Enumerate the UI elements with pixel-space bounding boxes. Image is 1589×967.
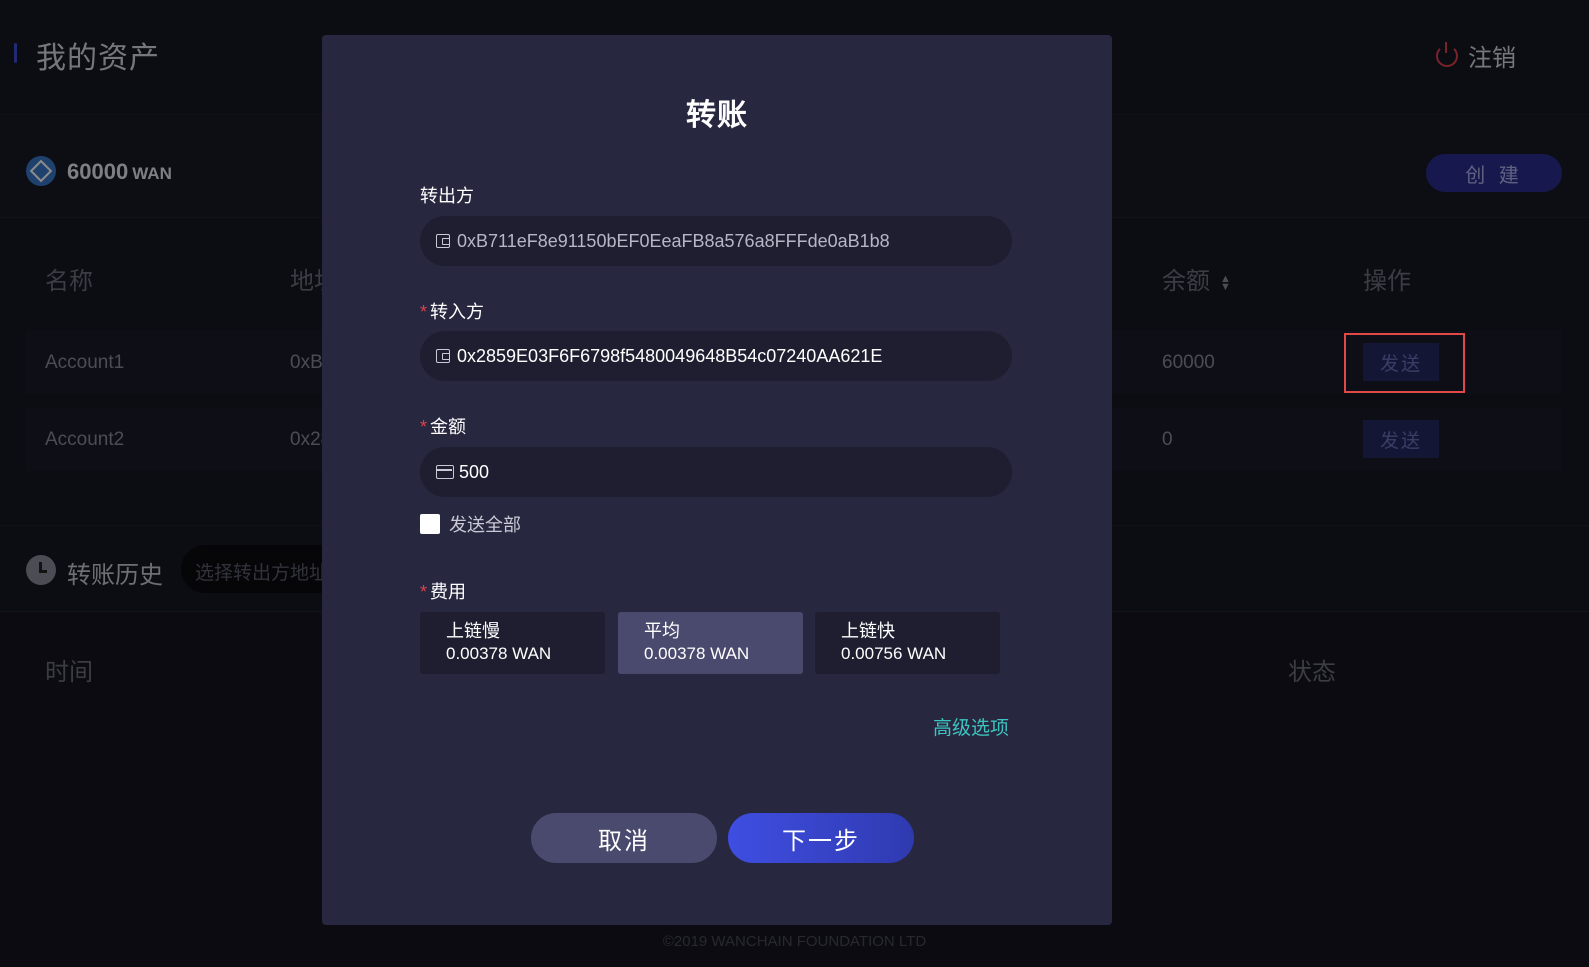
fee-option-value: 0.00378 WAN	[644, 644, 750, 663]
amount-value: 500	[459, 461, 490, 482]
required-marker: *	[420, 417, 428, 437]
fee-option-name: 上链快	[841, 621, 895, 641]
card-icon	[436, 465, 454, 479]
to-label-text: 转入方	[430, 302, 485, 322]
required-marker: *	[420, 582, 428, 602]
transfer-modal: 转账 转出方 0xB711eF8e91150bEF0EeaFB8a576a8FF…	[322, 35, 1112, 925]
fee-label-text: 费用	[430, 582, 467, 602]
next-button[interactable]: 下一步	[728, 813, 914, 863]
fee-option-slow[interactable]: 上链慢 0.00378 WAN	[420, 612, 605, 674]
advanced-options-link[interactable]: 高级选项	[933, 713, 1009, 740]
amount-field[interactable]: 500	[420, 447, 1012, 497]
modal-title: 转账	[686, 99, 748, 132]
fee-label: * 费用	[420, 578, 466, 604]
fee-option-average[interactable]: 平均 0.00378 WAN	[618, 612, 803, 674]
fee-option-fast[interactable]: 上链快 0.00756 WAN	[815, 612, 1000, 674]
cancel-button[interactable]: 取消	[531, 813, 717, 863]
to-address-field[interactable]: 0x2859E03F6F6798f5480049648B54c07240AA62…	[420, 331, 1012, 381]
wallet-icon	[436, 234, 450, 248]
to-address-value: 0x2859E03F6F6798f5480049648B54c07240AA62…	[457, 345, 883, 366]
from-label: 转出方	[420, 186, 474, 206]
amount-label: * 金额	[420, 413, 466, 439]
from-address-value: 0xB711eF8e91150bEF0EeaFB8a576a8FFFde0aB1…	[457, 230, 890, 251]
send-all-label: 发送全部	[449, 515, 521, 535]
highlight-box	[1344, 333, 1465, 393]
from-address-field[interactable]: 0xB711eF8e91150bEF0EeaFB8a576a8FFFde0aB1…	[420, 216, 1012, 266]
to-label: * 转入方	[420, 298, 484, 324]
fee-option-value: 0.00378 WAN	[446, 644, 552, 663]
fee-option-value: 0.00756 WAN	[841, 644, 947, 663]
checkbox-box[interactable]	[420, 514, 440, 534]
send-all-checkbox[interactable]: 发送全部	[420, 511, 521, 537]
amount-label-text: 金额	[430, 417, 467, 437]
fee-option-name: 上链慢	[446, 621, 500, 641]
required-marker: *	[420, 302, 428, 322]
fee-option-name: 平均	[644, 621, 680, 641]
wallet-icon	[436, 349, 450, 363]
